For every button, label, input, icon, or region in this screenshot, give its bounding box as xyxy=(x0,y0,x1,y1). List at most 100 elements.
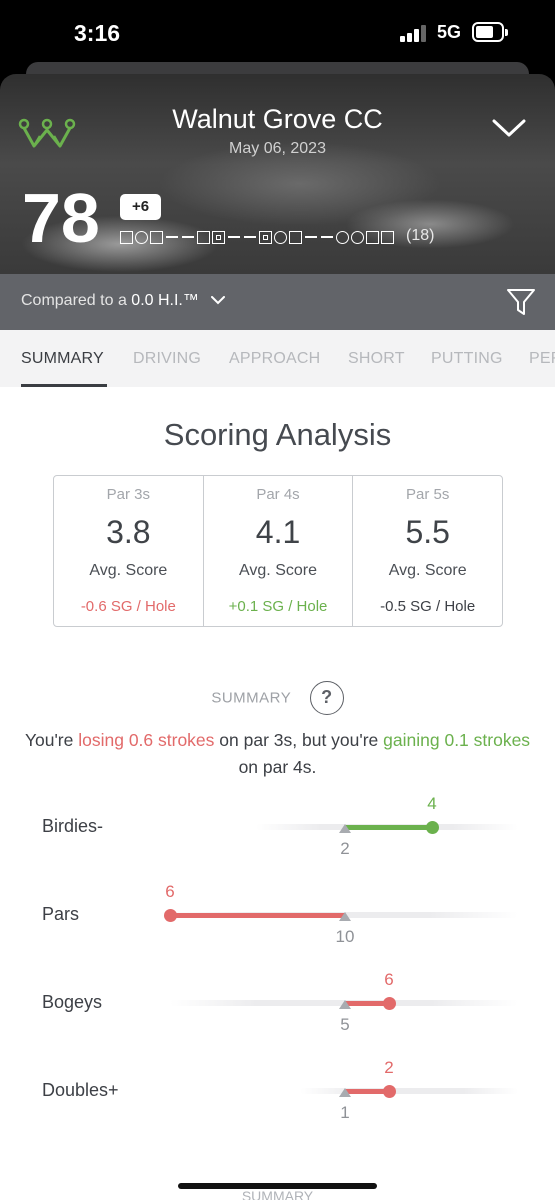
hole-result-marker xyxy=(197,230,210,244)
course-name: Walnut Grove CC xyxy=(172,104,383,134)
distribution-label: Pars xyxy=(42,904,80,924)
distribution-value: 2 xyxy=(384,1058,394,1077)
hole-result-marker xyxy=(336,230,349,244)
distribution-label: Doubles+ xyxy=(42,1080,119,1100)
card-strokes-gained: -0.5 SG / Hole xyxy=(380,598,476,615)
hole-result-marker xyxy=(166,236,178,238)
hole-result-marker xyxy=(351,230,364,244)
hole-result-marker xyxy=(321,236,333,238)
distribution-row: Doubles+ 2 1 xyxy=(0,1051,555,1131)
distribution-value: 4 xyxy=(427,794,437,813)
distribution-baseline: 5 xyxy=(340,1015,350,1034)
distribution-baseline: 10 xyxy=(335,927,355,946)
card-avg-score: 4.1 xyxy=(255,514,301,550)
baseline-marker-icon xyxy=(339,1088,351,1097)
total-score: 78 xyxy=(22,179,100,257)
par4-card: Par 4s 4.1 Avg. Score +0.1 SG / Hole xyxy=(204,476,354,626)
summary-text-part: on par 3s, but you're xyxy=(214,730,384,750)
summary-header: SUMMARY ? xyxy=(0,681,555,715)
status-time: 3:16 xyxy=(74,20,121,46)
distribution-fill xyxy=(170,912,345,918)
chevron-down-icon xyxy=(211,296,226,305)
tab-putting[interactable]: PUTTING xyxy=(431,350,503,368)
par-cards: Par 3s 3.8 Avg. Score -0.6 SG / Hole Par… xyxy=(53,475,503,627)
collapse-chevron-icon[interactable] xyxy=(490,116,528,140)
hole-result-marker xyxy=(274,230,287,244)
summary-header-label: SUMMARY xyxy=(211,689,292,707)
distribution-label: Birdies- xyxy=(42,816,104,836)
distribution-row: Pars 6 10 xyxy=(0,875,555,955)
hole-result-marker xyxy=(212,230,225,244)
card-par-label: Par 5s xyxy=(406,486,450,503)
hole-result-marker xyxy=(150,230,163,244)
distribution-value-dot xyxy=(382,1084,396,1098)
section-title: Scoring Analysis xyxy=(163,417,392,452)
compare-selector[interactable]: Compared to a 0.0 H.I.™ xyxy=(21,292,226,310)
to-par-badge: +6 xyxy=(120,194,161,220)
distribution-row: Birdies- 4 2 xyxy=(0,787,555,867)
summary-text-part: You're xyxy=(24,730,79,750)
distribution-value: 6 xyxy=(165,882,175,901)
hole-result-marker xyxy=(305,236,317,238)
round-header: Walnut Grove CC May 06, 2023 78 +6 (18) xyxy=(0,74,555,274)
hole-result-marker xyxy=(244,236,256,238)
hole-result-marker xyxy=(381,230,394,244)
battery-icon xyxy=(472,22,508,42)
next-section-header: SUMMARY xyxy=(0,1188,555,1200)
filter-icon[interactable] xyxy=(506,287,536,317)
signal-icon xyxy=(400,24,428,42)
card-avg-label: Avg. Score xyxy=(89,562,168,579)
status-bar: 3:16 5G xyxy=(0,0,555,62)
card-strokes-gained: +0.1 SG / Hole xyxy=(228,598,328,615)
summary-gaining: gaining 0.1 strokes xyxy=(383,730,531,750)
baseline-marker-icon xyxy=(339,1000,351,1009)
category-tabs: SUMMARY DRIVING APPROACH SHORT PUTTING P… xyxy=(0,330,555,387)
hole-result-marker xyxy=(135,230,148,244)
distribution-track xyxy=(300,1088,518,1094)
card-avg-score: 3.8 xyxy=(106,514,151,550)
summary-text: You're losing 0.6 strokes on par 3s, but… xyxy=(16,727,539,781)
distribution-value-dot xyxy=(163,908,177,922)
tab-short[interactable]: SHORT xyxy=(348,350,405,368)
distribution-fill xyxy=(345,824,432,830)
card-avg-label: Avg. Score xyxy=(388,562,467,579)
hole-results-strip xyxy=(120,229,394,245)
tab-driving[interactable]: DRIVING xyxy=(133,350,201,368)
hole-result-marker xyxy=(228,236,240,238)
network-label: 5G xyxy=(437,22,462,42)
distribution-value-dot xyxy=(425,820,439,834)
round-date: May 06, 2023 xyxy=(229,140,326,157)
distribution-baseline: 1 xyxy=(340,1103,350,1122)
hole-result-marker xyxy=(259,230,272,244)
help-icon[interactable]: ? xyxy=(309,681,344,715)
tab-summary[interactable]: SUMMARY xyxy=(21,350,104,368)
tab-approach[interactable]: APPROACH xyxy=(229,350,320,368)
distribution-value-dot xyxy=(382,996,396,1010)
holes-played: (18) xyxy=(406,227,435,244)
next-section-label: SUMMARY xyxy=(241,1188,314,1200)
distribution-label: Bogeys xyxy=(42,992,103,1012)
summary-text-part: on par 4s. xyxy=(238,757,317,777)
distribution-value: 6 xyxy=(384,970,394,989)
card-par-label: Par 4s xyxy=(256,486,300,503)
tab-performance[interactable]: PERFORMANCE xyxy=(529,350,555,368)
main-content: Scoring Analysis Par 3s 3.8 Avg. Score -… xyxy=(0,387,555,1200)
card-avg-label: Avg. Score xyxy=(239,562,317,579)
hole-result-marker xyxy=(120,230,133,244)
hole-result-marker xyxy=(366,230,379,244)
baseline-marker-icon xyxy=(339,824,351,833)
card-strokes-gained: -0.6 SG / Hole xyxy=(80,598,176,615)
compare-prefix: Compared to a xyxy=(21,292,127,309)
hole-result-marker xyxy=(289,230,302,244)
par3-card: Par 3s 3.8 Avg. Score -0.6 SG / Hole xyxy=(54,476,204,626)
handicap-value: 0.0 H.I.™ xyxy=(131,292,199,309)
card-par-label: Par 3s xyxy=(106,486,151,503)
summary-losing: losing 0.6 strokes xyxy=(78,730,215,750)
par5-card: Par 5s 5.5 Avg. Score -0.5 SG / Hole xyxy=(353,476,502,626)
card-avg-score: 5.5 xyxy=(405,514,450,550)
baseline-marker-icon xyxy=(339,912,351,921)
compare-bar: Compared to a 0.0 H.I.™ xyxy=(0,274,555,330)
distribution-baseline: 2 xyxy=(340,839,350,858)
distribution-row: Bogeys 6 5 xyxy=(0,963,555,1043)
hole-result-marker xyxy=(182,236,194,238)
